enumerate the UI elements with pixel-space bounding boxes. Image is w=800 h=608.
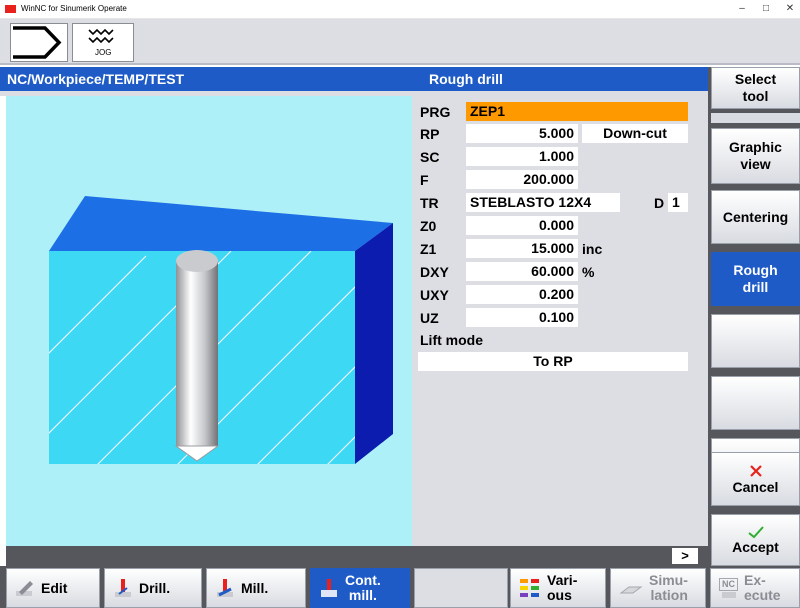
empty-softkey-6[interactable] xyxy=(711,376,800,430)
various-label-2: ous xyxy=(547,587,572,603)
graphic-view-softkey[interactable]: Graphic view xyxy=(711,128,800,184)
cycle-title-header: Rough drill xyxy=(412,67,708,91)
empty-bottom-softkey[interactable] xyxy=(414,568,508,608)
z1-label: Z1 xyxy=(420,241,437,257)
cancel-x-icon xyxy=(749,464,762,477)
rough-drill-label-2: drill xyxy=(742,279,769,295)
program-path-header: NC/Workpiece/TEMP/TEST xyxy=(0,67,412,91)
f-label: F xyxy=(420,172,429,188)
z0-label: Z0 xyxy=(420,218,437,234)
lift-mode-label: Lift mode xyxy=(420,332,483,348)
mill-softkey[interactable]: Mill. xyxy=(206,568,306,608)
z1-unit[interactable]: inc xyxy=(582,241,602,257)
dxy-input[interactable]: 60.000 xyxy=(466,262,578,281)
window-title: WinNC for Sinumerik Operate xyxy=(21,4,127,13)
dxy-unit[interactable]: % xyxy=(582,264,594,280)
drill-softkey[interactable]: Drill. xyxy=(104,568,202,608)
machine-arrow-icon xyxy=(13,26,62,59)
edit-softkey[interactable]: Edit xyxy=(6,568,100,608)
prg-input[interactable]: ZEP1 xyxy=(466,102,688,121)
select-tool-label-1: Select xyxy=(734,71,777,87)
execute-softkey[interactable]: NC Ex- ecute xyxy=(710,568,800,608)
rp-label: RP xyxy=(420,126,440,142)
uz-label: UZ xyxy=(420,310,439,326)
edit-label: Edit xyxy=(41,580,68,596)
lift-mode-select[interactable]: To RP xyxy=(418,352,688,371)
jog-label: JOG xyxy=(95,48,112,57)
simulation-icon xyxy=(619,586,643,594)
mill-label: Mill. xyxy=(241,580,269,596)
sc-input[interactable]: 1.000 xyxy=(466,147,578,166)
uxy-label: UXY xyxy=(420,287,449,303)
select-tool-label-2: tool xyxy=(742,88,769,104)
execute-label-2: ecute xyxy=(744,587,781,603)
centering-label: Centering xyxy=(722,208,789,225)
execute-label-1: Ex- xyxy=(744,572,766,588)
uxy-input[interactable]: 0.200 xyxy=(466,285,578,304)
accept-softkey[interactable]: Accept xyxy=(711,514,800,566)
close-button[interactable]: ✕ xyxy=(778,0,800,18)
accept-check-icon xyxy=(747,525,764,538)
rough-drill-softkey[interactable]: Rough drill xyxy=(711,252,800,306)
rp-mode-select[interactable]: Down-cut xyxy=(582,124,688,143)
z0-input[interactable]: 0.000 xyxy=(466,216,578,235)
rp-input[interactable]: 5.000 xyxy=(466,124,578,143)
jog-mode-button[interactable]: JOG xyxy=(72,23,134,62)
sc-label: SC xyxy=(420,149,440,165)
drill-label: Drill. xyxy=(139,580,171,596)
app-icon xyxy=(5,5,16,13)
softkey-spacer xyxy=(711,113,800,123)
accept-label: Accept xyxy=(732,538,779,555)
maximize-button[interactable]: □ xyxy=(754,0,778,18)
cancel-label: Cancel xyxy=(732,478,779,495)
graphic-view-label-2: view xyxy=(740,156,771,172)
rough-drill-graphic xyxy=(49,196,393,464)
edit-pencil-icon xyxy=(16,581,33,596)
simulation-softkey[interactable]: Simu- lation xyxy=(610,568,706,608)
more-button[interactable]: > xyxy=(672,548,698,564)
mill-icon xyxy=(217,579,233,597)
empty-softkey-5[interactable] xyxy=(711,314,800,368)
centering-softkey[interactable]: Centering xyxy=(711,190,800,244)
contour-mill-label-2: mill. xyxy=(348,587,377,603)
dxy-label: DXY xyxy=(420,264,449,280)
f-input[interactable]: 200.000 xyxy=(466,170,578,189)
simulation-label-1: Simu- xyxy=(649,572,688,588)
status-bar xyxy=(6,546,708,566)
help-graphic xyxy=(6,96,412,546)
z1-input[interactable]: 15.000 xyxy=(466,239,578,258)
graphic-view-label-1: Graphic xyxy=(729,139,782,155)
rough-drill-label-1: Rough xyxy=(733,262,778,278)
various-grid-icon xyxy=(520,579,539,597)
various-label-1: Vari- xyxy=(547,572,578,588)
prg-label: PRG xyxy=(420,104,451,120)
contour-mill-icon xyxy=(321,579,337,597)
d-label: D xyxy=(654,195,665,211)
various-softkey[interactable]: Vari- ous xyxy=(510,568,606,608)
contour-mill-label-1: Cont. xyxy=(345,572,381,588)
select-tool-softkey[interactable]: Select tool xyxy=(711,67,800,109)
tool-input[interactable]: STEBLASTO 12X4 xyxy=(466,193,620,212)
d-input[interactable]: 1 xyxy=(668,193,688,212)
minimize-button[interactable]: – xyxy=(730,0,754,18)
uz-input[interactable]: 0.100 xyxy=(466,308,578,327)
execute-icon: NC xyxy=(719,578,738,598)
nc-badge: NC xyxy=(719,578,738,591)
machine-area-button[interactable] xyxy=(10,23,68,62)
drill-icon xyxy=(115,579,131,597)
contour-mill-softkey[interactable]: Cont. mill. xyxy=(310,568,410,608)
tr-label: TR xyxy=(420,195,439,211)
simulation-label-2: lation xyxy=(650,587,688,603)
cancel-softkey[interactable]: Cancel xyxy=(711,452,800,506)
